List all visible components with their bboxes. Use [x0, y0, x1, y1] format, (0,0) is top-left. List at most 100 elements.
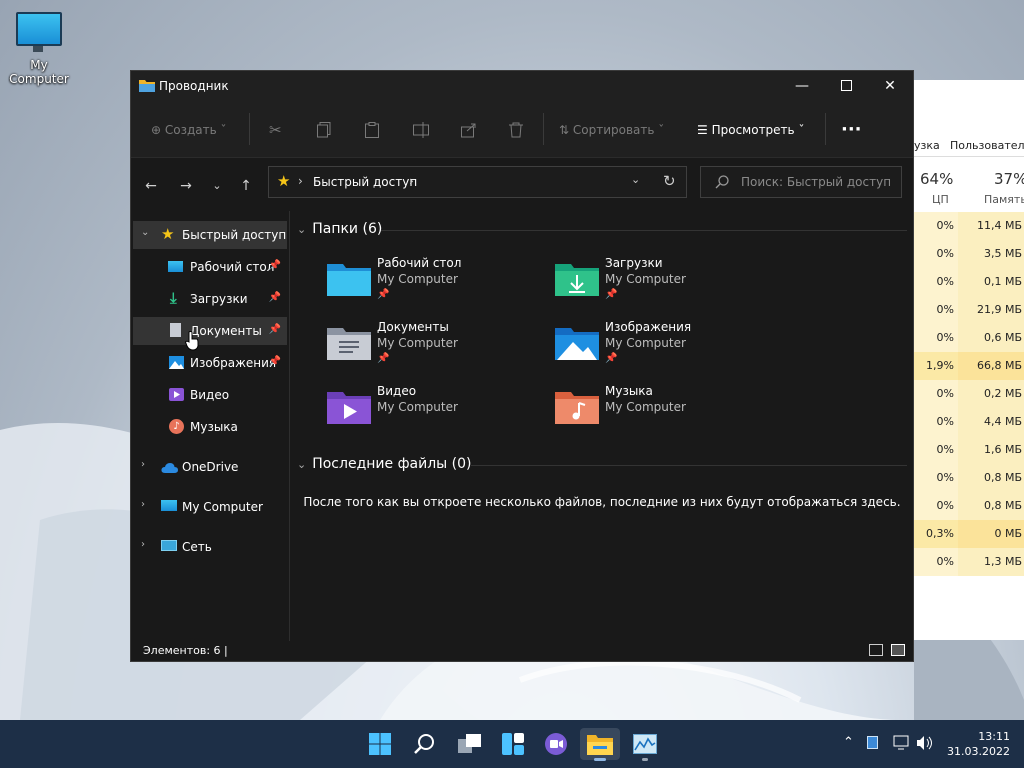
recent-section-header[interactable]: ⌄ Последние файлы (0)	[297, 456, 472, 472]
pin-icon: 📌	[605, 353, 618, 364]
back-button[interactable]: ←	[141, 176, 161, 196]
breadcrumb-chevron-icon[interactable]: ›	[409, 174, 414, 188]
nav-item-network[interactable]: › Сеть	[133, 533, 287, 561]
breadcrumb-quick-access[interactable]: Быстрый доступ	[313, 175, 417, 189]
address-dropdown-button[interactable]: ⌄	[631, 173, 640, 186]
nav-item-quick-access[interactable]: ⌄ ★ Быстрый доступ	[133, 221, 287, 249]
nav-item-desktop[interactable]: Рабочий стол 📌	[133, 253, 287, 281]
pane-divider[interactable]	[289, 211, 290, 641]
see-more-button[interactable]: ···	[841, 119, 862, 141]
nav-label: Быстрый доступ	[182, 228, 287, 242]
copy-button[interactable]	[317, 119, 331, 141]
minimize-button[interactable]: —	[779, 71, 825, 101]
delete-button[interactable]	[509, 119, 523, 141]
title-bar[interactable]: Проводник — ✕	[131, 71, 913, 101]
cut-button[interactable]: ✂	[269, 119, 282, 141]
start-button[interactable]	[360, 728, 400, 760]
maximize-button[interactable]	[823, 71, 869, 101]
desktop-icon-my-computer[interactable]: My Computer	[0, 8, 78, 86]
details-view-button[interactable]	[869, 644, 883, 656]
table-row[interactable]: 1,9% 66,8 МБ	[914, 352, 1024, 380]
search-taskbar-button[interactable]	[405, 728, 445, 760]
nav-item-videos[interactable]: Видео	[133, 381, 287, 409]
show-hidden-icons-button[interactable]: ⌃	[843, 735, 854, 750]
table-row[interactable]: 0% 4,4 МБ	[914, 408, 1024, 436]
table-row[interactable]: 0% 0,1 МБ	[914, 268, 1024, 296]
view-button[interactable]: ☰ Просмотреть ˇ	[697, 119, 804, 141]
large-icons-view-button[interactable]	[891, 644, 905, 656]
chat-button[interactable]	[536, 728, 576, 760]
chevron-down-icon: ˇ	[658, 123, 665, 137]
table-row[interactable]: 0% 1,3 МБ	[914, 548, 1024, 576]
cpu-cell: 0%	[914, 408, 958, 436]
navigation-pane: ⌄ ★ Быстрый доступ Рабочий стол 📌 ⤓ Загр…	[131, 211, 289, 641]
share-button[interactable]	[461, 119, 477, 141]
task-manager-icon	[633, 734, 657, 754]
pin-icon: 📌	[377, 353, 390, 364]
folder-tile-documents[interactable]: Документы My Computer 📌	[327, 320, 537, 372]
volume-icon[interactable]	[916, 735, 934, 751]
folder-tile-pictures[interactable]: Изображения My Computer 📌	[555, 320, 765, 372]
table-row[interactable]: 0% 0,6 МБ	[914, 324, 1024, 352]
window-title: Проводник	[159, 79, 229, 93]
table-row[interactable]: 0% 0,2 МБ	[914, 380, 1024, 408]
table-row[interactable]: 0% 0,8 МБ	[914, 492, 1024, 520]
nav-item-music[interactable]: ♪ Музыка	[133, 413, 287, 441]
create-button[interactable]: ⊕ Создать ˇ	[151, 119, 227, 141]
table-row[interactable]: 0% 3,5 МБ	[914, 240, 1024, 268]
memory-cell: 21,9 МБ	[958, 296, 1024, 324]
sort-button[interactable]: ⇅ Сортировать ˇ	[559, 119, 664, 141]
chevron-right-icon[interactable]: ›	[141, 459, 145, 470]
table-row[interactable]: 0% 1,6 МБ	[914, 436, 1024, 464]
nav-item-pictures[interactable]: Изображения 📌	[133, 349, 287, 377]
widgets-button[interactable]	[493, 728, 533, 760]
search-icon	[414, 734, 434, 754]
section-divider	[381, 230, 907, 231]
clock[interactable]: 13:11 31.03.2022	[947, 729, 1010, 759]
cloud-icon	[161, 463, 178, 473]
chevron-right-icon[interactable]: ›	[141, 539, 145, 550]
close-button[interactable]: ✕	[867, 71, 913, 101]
folder-name: Рабочий стол	[377, 256, 462, 270]
table-row[interactable]: 0% 0,8 МБ	[914, 464, 1024, 492]
running-indicator	[642, 758, 648, 761]
folder-tile-videos[interactable]: Видео My Computer	[327, 384, 537, 436]
table-row[interactable]: 0,3% 0 МБ	[914, 520, 1024, 548]
network-icon[interactable]	[893, 735, 911, 751]
nav-item-this-pc[interactable]: › My Computer	[133, 493, 287, 521]
command-bar: ⊕ Создать ˇ ✂ ⇅ Сортировать ˇ ☰ Просмотр…	[131, 101, 913, 158]
paste-button[interactable]	[365, 119, 379, 141]
folder-location: My Computer	[377, 336, 458, 350]
search-box[interactable]: Поиск: Быстрый доступ	[700, 166, 902, 198]
task-manager-taskbar-button[interactable]	[625, 728, 665, 761]
rename-button[interactable]	[413, 119, 429, 141]
breadcrumb-chevron-icon: ›	[298, 174, 303, 188]
scissors-icon: ✂	[269, 121, 282, 139]
recent-locations-button[interactable]: ⌄	[207, 176, 227, 196]
nav-item-documents[interactable]: Документы 📌	[133, 317, 287, 351]
nav-item-downloads[interactable]: ⤓ Загрузки 📌	[133, 285, 287, 313]
table-row[interactable]: 0% 11,4 МБ	[914, 212, 1024, 240]
folder-tile-downloads[interactable]: Загрузки My Computer 📌	[555, 256, 765, 308]
forward-button[interactable]: →	[176, 176, 196, 196]
task-view-button[interactable]	[450, 728, 490, 760]
chevron-down-icon[interactable]: ⌄	[141, 227, 149, 238]
memory-cell: 0,1 МБ	[958, 268, 1024, 296]
folders-section-header[interactable]: ⌄ Папки (6)	[297, 221, 382, 237]
folder-name: Видео	[377, 384, 417, 398]
table-row[interactable]: 0% 21,9 МБ	[914, 296, 1024, 324]
usb-device-icon[interactable]	[867, 736, 878, 749]
column-header[interactable]: узка	[914, 139, 940, 152]
nav-item-onedrive[interactable]: › OneDrive	[133, 453, 287, 481]
column-header[interactable]: Пользовател	[950, 139, 1024, 152]
refresh-button[interactable]: ↻	[663, 172, 676, 190]
chevron-right-icon[interactable]: ›	[141, 499, 145, 510]
memory-cell: 0 МБ	[958, 520, 1024, 548]
memory-cell: 1,6 МБ	[958, 436, 1024, 464]
up-button[interactable]: ↑	[236, 176, 256, 196]
cpu-cell: 1,9%	[914, 352, 958, 380]
folder-tile-desktop[interactable]: Рабочий стол My Computer 📌	[327, 256, 537, 308]
file-explorer-taskbar-button[interactable]	[580, 728, 620, 761]
folder-tile-music[interactable]: Музыка My Computer	[555, 384, 765, 436]
address-bar[interactable]: ★ › Быстрый доступ › ⌄ ↻	[268, 166, 687, 198]
